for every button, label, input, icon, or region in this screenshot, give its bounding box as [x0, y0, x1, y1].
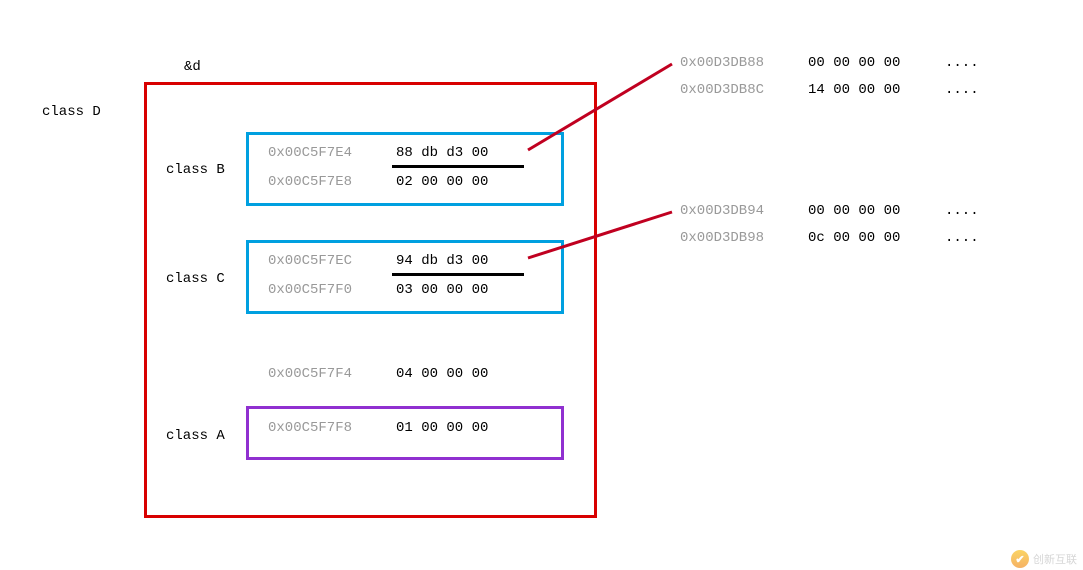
- watermark-text: 创新互联: [1033, 551, 1077, 567]
- connector-lines: [0, 0, 1083, 570]
- diagram-canvas: &d class D class B class C class A 0x00C…: [0, 0, 1083, 570]
- watermark: ✔ 创新互联: [1011, 550, 1077, 568]
- watermark-icon: ✔: [1011, 550, 1029, 568]
